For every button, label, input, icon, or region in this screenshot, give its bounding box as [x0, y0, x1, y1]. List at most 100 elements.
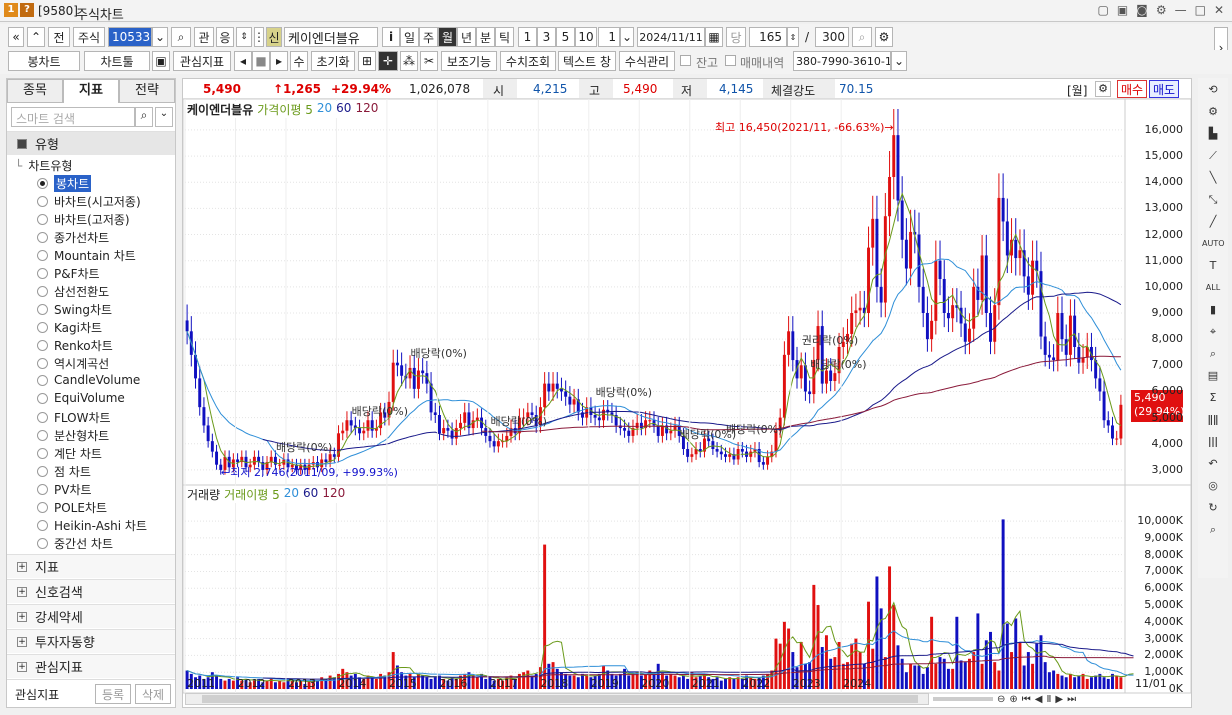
chart-type-item[interactable]: Heikin-Ashi 차트: [37, 517, 147, 534]
spin-icon[interactable]: ⇕: [236, 27, 252, 47]
search-icon[interactable]: ⌕: [171, 27, 191, 47]
today-button[interactable]: 당: [726, 27, 746, 47]
zoom-controls[interactable]: ⊖ ⊕ ⏮ ◀ Ⅱ ▶ ⏭: [933, 691, 1189, 707]
register-button[interactable]: 등록: [95, 684, 131, 704]
trend-icon[interactable]: ⟋: [1202, 146, 1224, 166]
line-icon[interactable]: ╲: [1202, 168, 1224, 188]
auto-icon[interactable]: AUTO: [1202, 234, 1225, 254]
minimize-icon[interactable]: —: [1175, 3, 1187, 17]
refresh-icon[interactable]: ⟲: [1202, 80, 1224, 100]
nav-first-button[interactable]: «: [8, 27, 24, 47]
text-window-button[interactable]: 텍스트 창: [558, 51, 616, 71]
stock-name-field[interactable]: 케이엔더블유: [284, 27, 378, 47]
date-input[interactable]: 2024/11/11: [637, 27, 705, 47]
grid-icon[interactable]: ▤: [1202, 366, 1224, 386]
chart-tool-button[interactable]: 차트툴: [84, 51, 150, 71]
radio-icon[interactable]: [37, 232, 48, 243]
chart-type-item[interactable]: EquiVolume: [37, 391, 125, 405]
prev-button[interactable]: 전: [48, 27, 70, 47]
multiplier-0-button[interactable]: 1: [518, 27, 537, 47]
search-icon[interactable]: ⌕: [135, 107, 153, 127]
radio-icon[interactable]: [37, 502, 48, 513]
dropdown-arrow-icon[interactable]: ⌄: [152, 27, 168, 47]
chart-type-item[interactable]: POLE차트: [37, 499, 107, 516]
smart-search-input[interactable]: 스마트 검색: [11, 107, 135, 127]
chart-type-item[interactable]: 봉차트: [37, 175, 92, 192]
period-1-button[interactable]: 주: [419, 27, 438, 47]
chart-type-item[interactable]: 종가선차트: [37, 229, 109, 246]
zoom-out-icon[interactable]: ⊖: [997, 694, 1005, 705]
chart-type-item[interactable]: FLOW차트: [37, 409, 111, 426]
chart-type-item[interactable]: 점 차트: [37, 463, 91, 480]
chart-gear-icon[interactable]: ⚙: [1095, 81, 1111, 97]
text-icon[interactable]: T: [1202, 256, 1224, 276]
response-button[interactable]: 응: [216, 27, 234, 47]
section-2[interactable]: + 강세약세: [7, 604, 175, 628]
collapse-icon[interactable]: ⌄: [155, 107, 173, 127]
account-select[interactable]: 380-7990-3610-1: [793, 51, 891, 71]
calendar-icon[interactable]: ▦: [705, 27, 723, 47]
chart-type-item[interactable]: Swing차트: [37, 301, 112, 318]
settings-gear-icon[interactable]: ⚙: [875, 27, 893, 47]
interest-indicator-button[interactable]: 관심지표: [173, 51, 231, 71]
section-4[interactable]: + 관심지표: [7, 654, 175, 678]
chart-type-button[interactable]: 봉차트: [8, 51, 80, 71]
multiplier-3-button[interactable]: 10: [575, 27, 597, 47]
chart-icon[interactable]: ▙: [1202, 124, 1224, 144]
pattern-icon[interactable]: ⁂: [400, 51, 418, 71]
nav-up-button[interactable]: ⌃: [27, 27, 45, 47]
account-dropdown-icon[interactable]: ⌄: [891, 51, 907, 71]
bars-icon[interactable]: ǁǁ: [1202, 410, 1224, 430]
total-count-field[interactable]: 300: [815, 27, 849, 47]
pause-icon[interactable]: Ⅱ: [1046, 694, 1051, 705]
undo-icon[interactable]: ↶: [1202, 454, 1224, 474]
chart-area[interactable]: 5,490 ↑1,265 +29.94% 1,026,078 시 4,215 고…: [182, 78, 1192, 708]
multiplier-1-button[interactable]: 3: [537, 27, 556, 47]
radio-icon[interactable]: [37, 448, 48, 459]
count-input[interactable]: 165: [749, 27, 787, 47]
target-icon[interactable]: ◎: [1202, 476, 1224, 496]
magnet-icon[interactable]: ⌖: [1202, 322, 1224, 342]
chart-type-item[interactable]: Renko차트: [37, 337, 113, 354]
all-icon[interactable]: ALL: [1202, 278, 1224, 298]
rewind-icon[interactable]: ⏮: [1022, 694, 1031, 705]
sell-button[interactable]: 매도: [1149, 80, 1179, 98]
buy-button[interactable]: 매수: [1117, 80, 1147, 98]
diagonal-icon[interactable]: ╱: [1202, 212, 1224, 232]
radio-icon[interactable]: [37, 214, 48, 225]
zoom-icon[interactable]: ⌕: [1202, 344, 1224, 364]
radio-icon[interactable]: [37, 286, 48, 297]
count-spinner[interactable]: ⇕: [787, 27, 799, 47]
value-query-button[interactable]: 수치조회: [500, 51, 556, 71]
horizontal-scrollbar[interactable]: [185, 693, 929, 705]
scissors-icon[interactable]: ✂: [420, 51, 438, 71]
gear-icon[interactable]: ⚙: [1156, 3, 1167, 17]
zoom-slider[interactable]: [933, 697, 993, 701]
radio-icon[interactable]: [37, 466, 48, 477]
forward-icon[interactable]: ▶: [1055, 694, 1063, 705]
interest-button[interactable]: 관: [194, 27, 214, 47]
redo-icon[interactable]: ↻: [1202, 498, 1224, 518]
move-icon[interactable]: ✛: [378, 51, 398, 71]
radio-icon[interactable]: [37, 322, 48, 333]
section-0[interactable]: + 지표: [7, 554, 175, 578]
section-type[interactable]: 유형: [7, 131, 175, 155]
chart-type-item[interactable]: 삼선전환도: [37, 283, 109, 300]
stock-type-select[interactable]: 주식: [73, 27, 105, 47]
section-3[interactable]: + 투자자동향: [7, 629, 175, 653]
period-number-input[interactable]: 1: [598, 27, 620, 47]
trade-history-checkbox[interactable]: [725, 55, 736, 66]
copy-icon[interactable]: ▣: [1117, 3, 1128, 17]
settings-icon[interactable]: ⚙: [1202, 102, 1224, 122]
radio-icon[interactable]: [37, 340, 48, 351]
sub-function-button[interactable]: 보조기능: [441, 51, 497, 71]
sigma-icon[interactable]: Σ: [1202, 388, 1224, 408]
chart-type-item[interactable]: CandleVolume: [37, 373, 140, 387]
candle-icon[interactable]: ▮: [1202, 300, 1224, 320]
period-4-button[interactable]: 분: [476, 27, 495, 47]
left-tab-2[interactable]: 전략: [119, 79, 175, 103]
left-tab-1[interactable]: 지표: [63, 79, 119, 103]
period-5-button[interactable]: 틱: [495, 27, 514, 47]
radio-icon[interactable]: [37, 430, 48, 441]
chart-type-item[interactable]: Kagi차트: [37, 319, 102, 336]
